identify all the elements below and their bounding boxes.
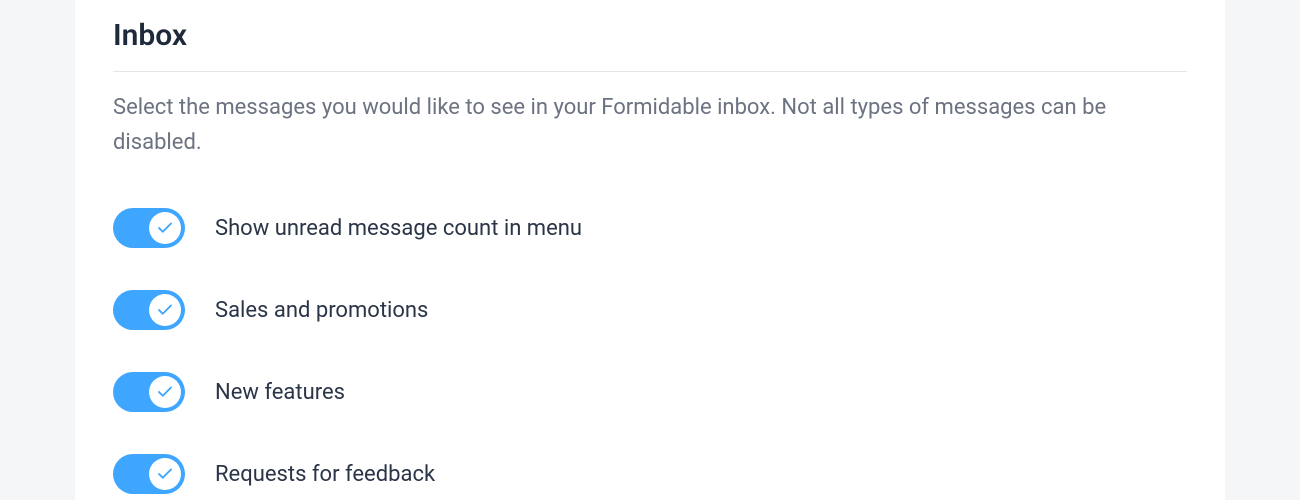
toggle-new-features[interactable] <box>113 372 185 412</box>
toggle-sales-promotions[interactable] <box>113 290 185 330</box>
option-label: New features <box>215 380 345 405</box>
option-label: Show unread message count in menu <box>215 216 582 241</box>
option-new-features: New features <box>113 372 1187 412</box>
toggle-knob <box>149 294 181 326</box>
check-icon <box>156 219 174 237</box>
option-label: Sales and promotions <box>215 298 428 323</box>
section-description: Select the messages you would like to se… <box>113 72 1113 160</box>
toggle-requests-feedback[interactable] <box>113 454 185 494</box>
option-sales-promotions: Sales and promotions <box>113 290 1187 330</box>
option-requests-feedback: Requests for feedback <box>113 454 1187 494</box>
section-title: Inbox <box>113 0 1187 72</box>
options-list: Show unread message count in menu Sales … <box>113 208 1187 494</box>
option-label: Requests for feedback <box>215 462 435 487</box>
toggle-unread-count[interactable] <box>113 208 185 248</box>
check-icon <box>156 383 174 401</box>
settings-panel: Inbox Select the messages you would like… <box>75 0 1225 500</box>
check-icon <box>156 301 174 319</box>
check-icon <box>156 465 174 483</box>
toggle-knob <box>149 458 181 490</box>
toggle-knob <box>149 376 181 408</box>
option-unread-count: Show unread message count in menu <box>113 208 1187 248</box>
toggle-knob <box>149 212 181 244</box>
